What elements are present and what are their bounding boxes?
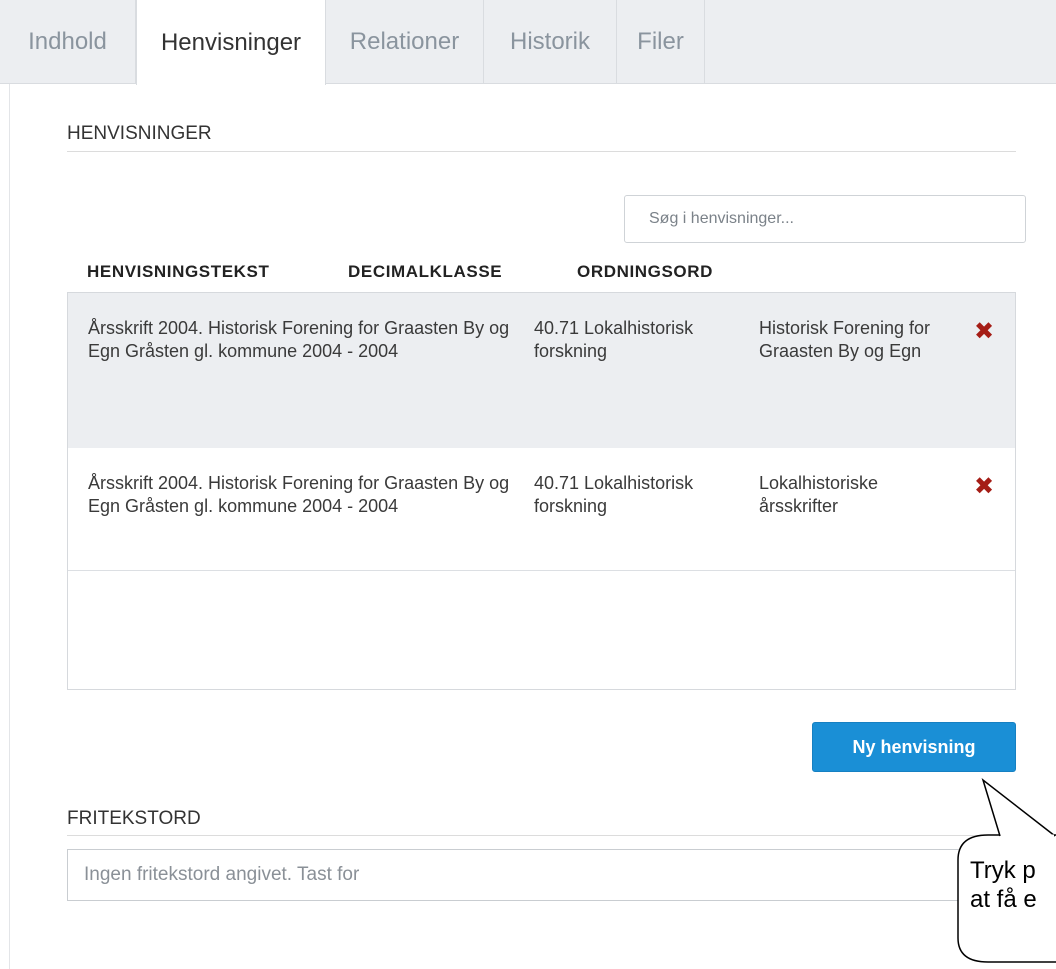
tab-label: Relationer	[349, 28, 460, 55]
tab-label: Indhold	[28, 28, 107, 55]
row-divider	[68, 570, 1015, 571]
table-row[interactable]: Årsskrift 2004. Historisk Forening for G…	[68, 448, 1015, 570]
tab-label: Filer	[637, 28, 684, 55]
decimal-class-cell: 40.71 Lokalhistorisk forskning	[534, 318, 694, 361]
free-text-divider	[67, 835, 1016, 836]
tab-filer[interactable]: Filer	[617, 0, 705, 84]
references-search-input[interactable]	[624, 195, 1026, 243]
column-header-order-word[interactable]: ORDNINGSORD	[577, 262, 713, 282]
tab-label: Henvisninger	[160, 28, 302, 56]
callout-text: Tryk p at få e	[970, 857, 1037, 913]
references-divider	[67, 151, 1016, 152]
column-header-decimal-class[interactable]: DECIMALKLASSE	[348, 262, 502, 282]
free-text-heading: FRITEKSTORD	[67, 808, 201, 829]
table-row[interactable]: Årsskrift 2004. Historisk Forening for G…	[68, 293, 1015, 448]
panel-edge	[9, 84, 10, 969]
order-word-cell: Lokalhistoriske årsskrifter	[759, 473, 879, 516]
tab-henvisninger[interactable]: Henvisninger	[136, 0, 326, 85]
decimal-class-cell: 40.71 Lokalhistorisk forskning	[534, 473, 694, 516]
tab-relationer[interactable]: Relationer	[326, 0, 484, 84]
tab-label: Historik	[509, 28, 590, 55]
delete-icon[interactable]: ✖	[973, 475, 995, 499]
references-table: Årsskrift 2004. Historisk Forening for G…	[67, 292, 1016, 690]
references-heading: HENVISNINGER	[67, 123, 212, 144]
reference-text-cell: Årsskrift 2004. Historisk Forening for G…	[88, 318, 510, 361]
tab-bar: Indhold Henvisninger Relationer Historik…	[0, 0, 1056, 85]
order-word-cell: Historisk Forening for Graasten By og Eg…	[759, 318, 931, 361]
free-text-input[interactable]	[67, 849, 1016, 901]
column-header-text[interactable]: HENVISNINGSTEKST	[87, 262, 269, 282]
delete-icon[interactable]: ✖	[973, 320, 995, 344]
tab-indhold[interactable]: Indhold	[0, 0, 136, 84]
new-reference-button[interactable]: Ny henvisning	[812, 722, 1016, 772]
reference-text-cell: Årsskrift 2004. Historisk Forening for G…	[88, 473, 510, 516]
tab-historik[interactable]: Historik	[484, 0, 617, 84]
